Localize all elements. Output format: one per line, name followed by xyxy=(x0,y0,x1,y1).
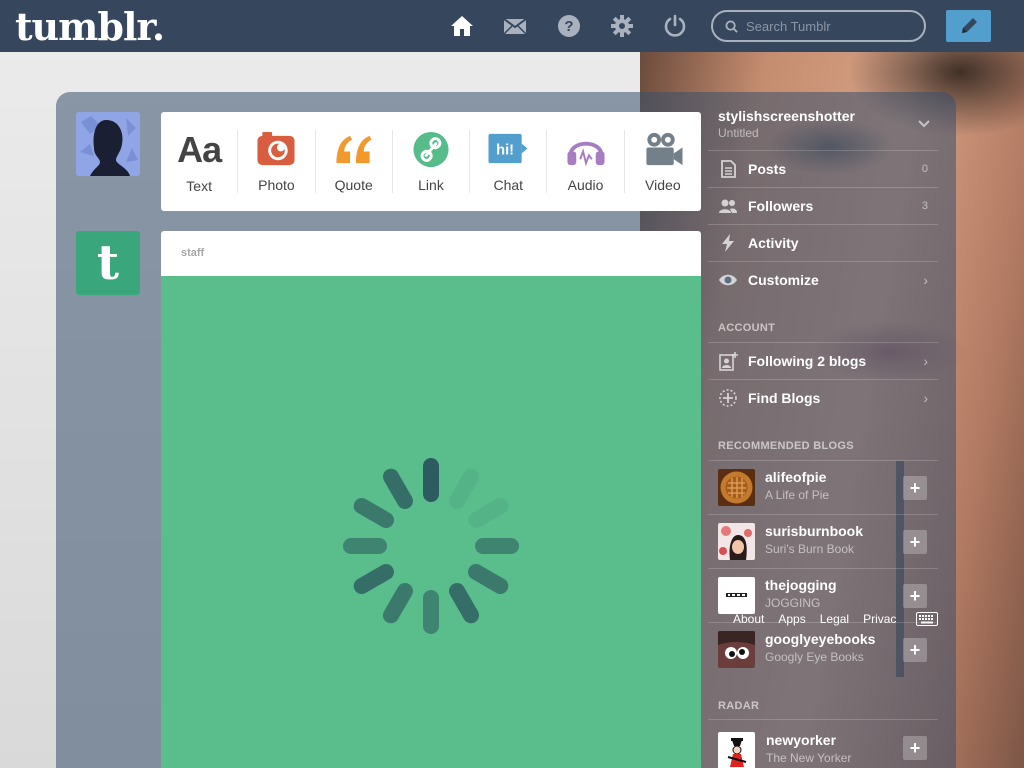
video-camera-icon xyxy=(646,132,683,166)
spinner-bar xyxy=(383,583,413,624)
search-input[interactable] xyxy=(746,18,916,34)
chat-icon: hi! xyxy=(488,133,528,164)
post-type-text[interactable]: Aa Text xyxy=(161,128,239,194)
sidebar-item-customize[interactable]: Customize › xyxy=(708,261,938,298)
footer-link-apps[interactable]: Apps xyxy=(778,612,805,626)
post-type-link[interactable]: Link xyxy=(393,130,471,193)
search-icon xyxy=(725,19,738,33)
post-author[interactable]: staff xyxy=(161,231,701,276)
spinner-bar xyxy=(343,538,387,554)
footer-link-about[interactable]: About xyxy=(733,612,764,626)
follow-blog-button[interactable]: + xyxy=(903,736,927,760)
blog-avatar xyxy=(718,469,755,506)
silhouette-avatar-icon xyxy=(76,112,140,176)
compass-icon xyxy=(719,389,737,407)
post-type-photo[interactable]: Photo xyxy=(238,130,316,193)
spinner-bar xyxy=(468,498,509,528)
text-icon: Aa xyxy=(177,128,222,170)
post-type-chooser: Aa Text Photo Quote Link hi! Chat Audio … xyxy=(161,112,701,211)
blog-avatar xyxy=(718,631,755,668)
radar-blog-item[interactable]: newyorker The New Yorker + xyxy=(708,719,938,768)
sidebar-item-followers[interactable]: Followers 3 xyxy=(708,187,938,224)
blog-avatar xyxy=(718,523,755,560)
sidebar-item-find-blogs[interactable]: Find Blogs › xyxy=(708,379,938,416)
spinner-bar xyxy=(449,583,479,624)
pencil-icon xyxy=(961,18,977,33)
radar-heading: RADAR xyxy=(718,700,760,712)
svg-text:hi!: hi! xyxy=(496,142,514,158)
footer-link-legal[interactable]: Legal xyxy=(820,612,849,626)
blog-avatar xyxy=(718,732,755,768)
gear-icon[interactable] xyxy=(610,14,634,38)
following-icon xyxy=(719,352,738,371)
top-navigation-bar: tumblr. ? xyxy=(0,0,1024,52)
post-type-audio[interactable]: Audio xyxy=(547,130,625,193)
power-icon[interactable] xyxy=(663,14,687,38)
post-type-quote[interactable]: Quote xyxy=(316,130,393,193)
spinner-bar xyxy=(383,468,413,509)
post-type-video[interactable]: Video xyxy=(625,130,701,193)
chevron-right-icon: › xyxy=(923,353,928,369)
posts-icon xyxy=(721,160,736,178)
account-heading: ACCOUNT xyxy=(718,322,776,334)
sidebar-item-following[interactable]: Following 2 blogs › xyxy=(708,342,938,379)
post-type-chat[interactable]: hi! Chat xyxy=(470,130,548,193)
chevron-right-icon: › xyxy=(923,390,928,406)
link-icon xyxy=(413,131,449,168)
post-media xyxy=(161,276,701,768)
follow-blog-button[interactable]: + xyxy=(903,638,927,662)
recommended-blogs-heading: RECOMMENDED BLOGS xyxy=(718,440,854,452)
spinner-bar xyxy=(423,458,439,502)
help-icon[interactable]: ? xyxy=(557,14,581,38)
sidebar-item-activity[interactable]: Activity xyxy=(708,224,938,261)
recommended-blog-item[interactable]: surisburnbook Suri's Burn Book + xyxy=(708,514,938,568)
spinner-bar xyxy=(353,498,394,528)
footer-link-privacy[interactable]: Privac xyxy=(863,612,896,626)
mail-icon[interactable] xyxy=(503,14,527,38)
blog-switcher[interactable]: stylishscreenshotter Untitled xyxy=(718,108,938,140)
sidebar-item-posts[interactable]: Posts 0 xyxy=(708,150,938,187)
chevron-right-icon: › xyxy=(923,272,928,288)
svg-text:?: ? xyxy=(564,18,573,35)
recommended-blog-item[interactable]: alifeofpie A Life of Pie + xyxy=(708,460,938,514)
eye-icon xyxy=(719,274,737,286)
headphones-icon xyxy=(567,141,605,167)
tumblr-logo[interactable]: tumblr. xyxy=(15,4,165,49)
compose-button[interactable] xyxy=(946,10,991,42)
keyboard-icon[interactable] xyxy=(916,612,938,626)
spinner-bar xyxy=(468,564,509,594)
quote-icon xyxy=(336,135,372,164)
chevron-down-icon xyxy=(918,120,930,128)
lightning-icon xyxy=(722,234,734,252)
staff-avatar[interactable]: t xyxy=(76,231,140,295)
home-icon[interactable] xyxy=(450,14,474,38)
blog-avatar xyxy=(718,577,755,614)
follow-blog-button[interactable]: + xyxy=(903,584,927,608)
my-avatar[interactable] xyxy=(76,112,140,176)
spinner-bar xyxy=(475,538,519,554)
search-box[interactable] xyxy=(711,10,926,42)
spinner-bar xyxy=(353,564,394,594)
followers-icon xyxy=(719,199,737,213)
loading-spinner-icon xyxy=(343,458,519,634)
follow-blog-button[interactable]: + xyxy=(903,476,927,500)
dashboard-post: staff xyxy=(161,231,701,768)
recommended-blog-item[interactable]: googlyeyebooks Googly Eye Books + xyxy=(708,622,938,676)
follow-blog-button[interactable]: + xyxy=(903,530,927,554)
camera-icon xyxy=(257,131,295,166)
footer-links: About Apps Legal Privac xyxy=(733,612,896,626)
spinner-bar xyxy=(423,590,439,634)
spinner-bar xyxy=(449,468,479,509)
